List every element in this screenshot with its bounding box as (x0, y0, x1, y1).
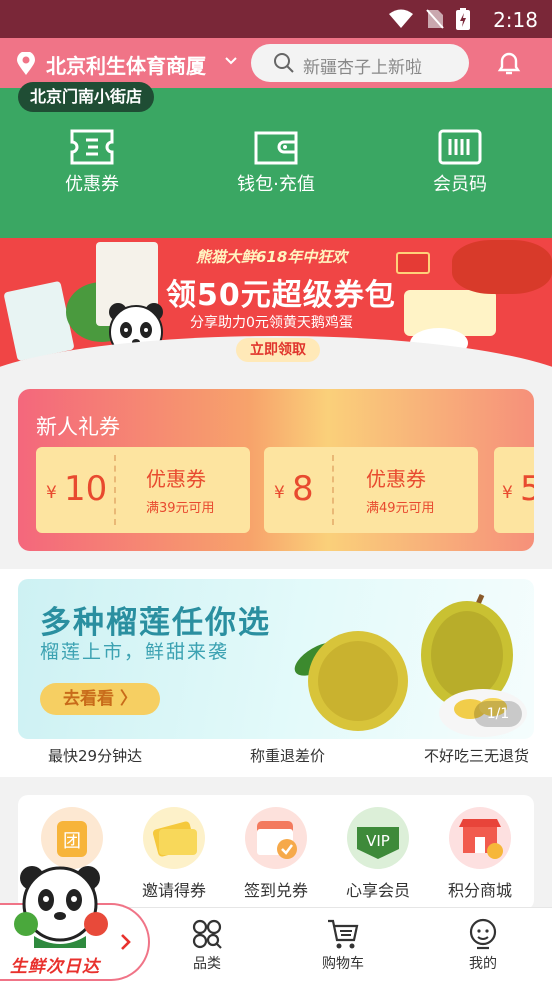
quick-item-label: 会员码 (433, 174, 487, 195)
service-checkin[interactable]: 签到兑券 (226, 805, 326, 901)
coupon-amount: 5 (520, 469, 534, 509)
service-label: 积分商城 (447, 881, 512, 900)
tab-label: 我的 (469, 956, 497, 972)
search-input[interactable]: 新疆杏子上新啦 (251, 44, 469, 82)
category-icon (192, 919, 222, 949)
coupon-currency: ¥ (46, 483, 57, 503)
wifi-icon (389, 9, 413, 28)
quick-item-label: 钱包·充值 (237, 174, 315, 195)
tab-category[interactable]: 品类 (162, 918, 252, 973)
go-see-button[interactable]: 去看看 〉 (40, 683, 160, 715)
status-bar: 2:18 (0, 0, 552, 38)
quick-item-label: 优惠券 (65, 174, 119, 195)
feature-no-hassle-return: 不好吃三无退货 (424, 747, 530, 765)
chevron-down-icon[interactable] (224, 54, 238, 68)
banner-headline: 领50元超级券包 (166, 278, 396, 313)
service-label: 心享会员 (345, 881, 410, 900)
service-vip-member[interactable]: VIP 心享会员 (328, 805, 428, 901)
quick-item-coupons[interactable]: 优惠券 (32, 128, 152, 196)
branch-badge[interactable]: 北京门南小街店 (18, 82, 155, 112)
banner-subline: 分享助力0元领黄天鹅鸡蛋 (190, 315, 353, 331)
durian-subtitle: 榴莲上市，鲜甜来袭 (40, 641, 230, 663)
coupon-card[interactable]: ¥ 5 (494, 447, 534, 533)
coupon-type: 优惠券 (366, 467, 426, 491)
coupon-type: 优惠券 (146, 467, 206, 491)
wallet-icon (254, 131, 298, 165)
vip-icon: VIP (347, 807, 409, 869)
calendar-checkin-icon (245, 807, 307, 869)
coupon-currency: ¥ (502, 483, 513, 503)
quick-panel: 北京门南小街店 优惠券 钱包·充值 会员码 (0, 82, 552, 238)
svg-text:团: 团 (63, 831, 81, 852)
tab-label: 品类 (193, 956, 221, 972)
ticket-icon (70, 129, 114, 165)
coupon-divider (332, 455, 334, 525)
coupon-amount: 8 (292, 469, 314, 509)
tab-cart[interactable]: 购物车 (298, 918, 388, 973)
panda-mascot-icon (14, 866, 108, 948)
quick-item-member-code[interactable]: 会员码 (400, 128, 520, 196)
coupon-currency: ¥ (274, 483, 285, 503)
banner-tagline: 熊猫大鲜618年中狂欢 (196, 248, 348, 266)
red-envelope-image (396, 252, 430, 274)
barcode-icon (438, 129, 482, 165)
cart-icon (328, 919, 359, 949)
chevron-right-icon (121, 934, 131, 950)
quick-item-wallet[interactable]: 钱包·充值 (216, 128, 336, 196)
no-sim-icon (426, 9, 444, 29)
coupon-divider (114, 455, 116, 525)
coupon-amount: 10 (64, 469, 108, 509)
crayfish-image (452, 240, 552, 294)
points-mall-icon (449, 807, 511, 869)
profile-icon (469, 918, 497, 950)
newcomer-title: 新人礼券 (36, 415, 120, 439)
tab-profile[interactable]: 我的 (438, 918, 528, 973)
feature-fast-delivery: 最快29分钟达 (48, 747, 143, 765)
service-label: 签到兑券 (243, 881, 308, 900)
header: 北京利生体育商厦 新疆杏子上新啦 (0, 38, 552, 88)
bell-icon[interactable] (494, 48, 524, 78)
battery-icon (456, 8, 470, 30)
coupon-card[interactable]: ¥ 8 优惠券 满49元可用 (264, 447, 478, 533)
banner-pager: 1/1 (474, 701, 522, 727)
service-invite-coupon[interactable]: 邀请得券 (124, 805, 224, 901)
svg-text:VIP: VIP (366, 832, 390, 850)
coupon-condition: 满49元可用 (366, 501, 435, 516)
coupon-condition: 满39元可用 (146, 501, 215, 516)
newcomer-coupons: 新人礼券 ¥ 10 优惠券 满39元可用 ¥ 8 优惠券 满49元可用 ¥ 5 (18, 389, 534, 551)
durian-section: 多种榴莲任你选 榴莲上市，鲜甜来袭 去看看 〉 1/1 最快29分钟达 称重退差… (0, 569, 552, 777)
service-points-mall[interactable]: 积分商城 (430, 805, 530, 901)
invite-coupon-icon (143, 807, 205, 869)
claim-now-button[interactable]: 立即领取 (236, 338, 320, 362)
durian-title: 多种榴莲任你选 (40, 605, 271, 641)
durian-banner[interactable]: 多种榴莲任你选 榴莲上市，鲜甜来袭 去看看 〉 1/1 (18, 579, 534, 739)
status-time: 2:18 (493, 8, 538, 32)
search-icon (274, 53, 294, 73)
promo-banner[interactable]: 熊猫大鲜618年中狂欢 领50元超级券包 分享助力0元领黄天鹅鸡蛋 立即领取 (0, 238, 552, 370)
store-name[interactable]: 北京利生体育商厦 (46, 50, 206, 79)
coupon-card[interactable]: ¥ 10 优惠券 满39元可用 (36, 447, 250, 533)
feature-weight-refund: 称重退差价 (250, 747, 326, 765)
status-icons (388, 8, 470, 30)
home-tab-label: 生鲜次日达 (10, 957, 100, 977)
tab-label: 购物车 (322, 956, 364, 972)
location-pin-icon[interactable] (16, 52, 36, 76)
search-placeholder: 新疆杏子上新啦 (303, 58, 422, 78)
milk-carton-image (3, 280, 75, 362)
service-label: 邀请得券 (141, 881, 206, 900)
